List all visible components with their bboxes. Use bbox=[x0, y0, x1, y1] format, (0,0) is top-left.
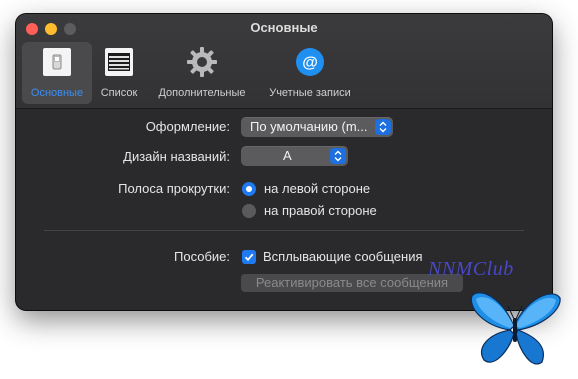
tab-list[interactable]: Список bbox=[96, 42, 142, 104]
radio-unselected[interactable] bbox=[242, 203, 256, 218]
appearance-label: Оформление: bbox=[145, 119, 230, 134]
tab-advanced-label: Дополнительные bbox=[158, 87, 246, 99]
radio-selected[interactable] bbox=[242, 181, 256, 196]
tab-advanced[interactable]: Дополнительные bbox=[152, 42, 252, 104]
watermark-text: NNMClub bbox=[428, 258, 514, 280]
titlebar: Основные Основные Список Дополнительные … bbox=[16, 14, 552, 109]
scrollbar-left-option[interactable]: на левой стороне bbox=[242, 181, 370, 196]
popup-stepper-icon bbox=[375, 119, 391, 135]
tab-accounts[interactable]: @ Учетные записи bbox=[262, 42, 358, 104]
scrollbar-left-label: на левой стороне bbox=[264, 181, 371, 196]
butterfly-icon bbox=[470, 286, 562, 377]
scrollbar-right-option[interactable]: на правой стороне bbox=[242, 203, 377, 218]
appearance-popup[interactable]: По умолчанию (m... bbox=[241, 117, 393, 137]
popup-stepper-icon bbox=[330, 148, 346, 164]
tab-general[interactable]: Основные bbox=[22, 42, 92, 104]
tab-general-label: Основные bbox=[30, 87, 84, 99]
tab-list-label: Список bbox=[100, 87, 138, 99]
at-sign-icon: @ bbox=[292, 44, 328, 80]
gear-icon bbox=[184, 44, 220, 80]
svg-text:@: @ bbox=[302, 55, 318, 72]
appearance-popup-value: По умолчанию (m... bbox=[250, 119, 368, 134]
checkbox-checked[interactable] bbox=[242, 249, 256, 264]
title-design-popup-value: A bbox=[283, 148, 292, 163]
popup-messages-label: Всплывающие сообщения bbox=[263, 249, 423, 264]
list-icon bbox=[101, 44, 137, 80]
title-design-popup[interactable]: A bbox=[241, 146, 348, 166]
section-divider bbox=[44, 230, 524, 231]
window-title: Основные bbox=[250, 20, 318, 35]
scrollbar-label: Полоса прокрутки: bbox=[118, 181, 230, 196]
tab-accounts-label: Учетные записи bbox=[269, 87, 351, 99]
general-switch-icon bbox=[39, 44, 75, 80]
popup-messages-checkbox-row[interactable]: Всплывающие сообщения bbox=[242, 249, 423, 264]
hints-label: Пособие: bbox=[174, 249, 230, 264]
scrollbar-right-label: на правой стороне bbox=[264, 203, 377, 218]
title-design-label: Дизайн названий: bbox=[123, 149, 230, 164]
